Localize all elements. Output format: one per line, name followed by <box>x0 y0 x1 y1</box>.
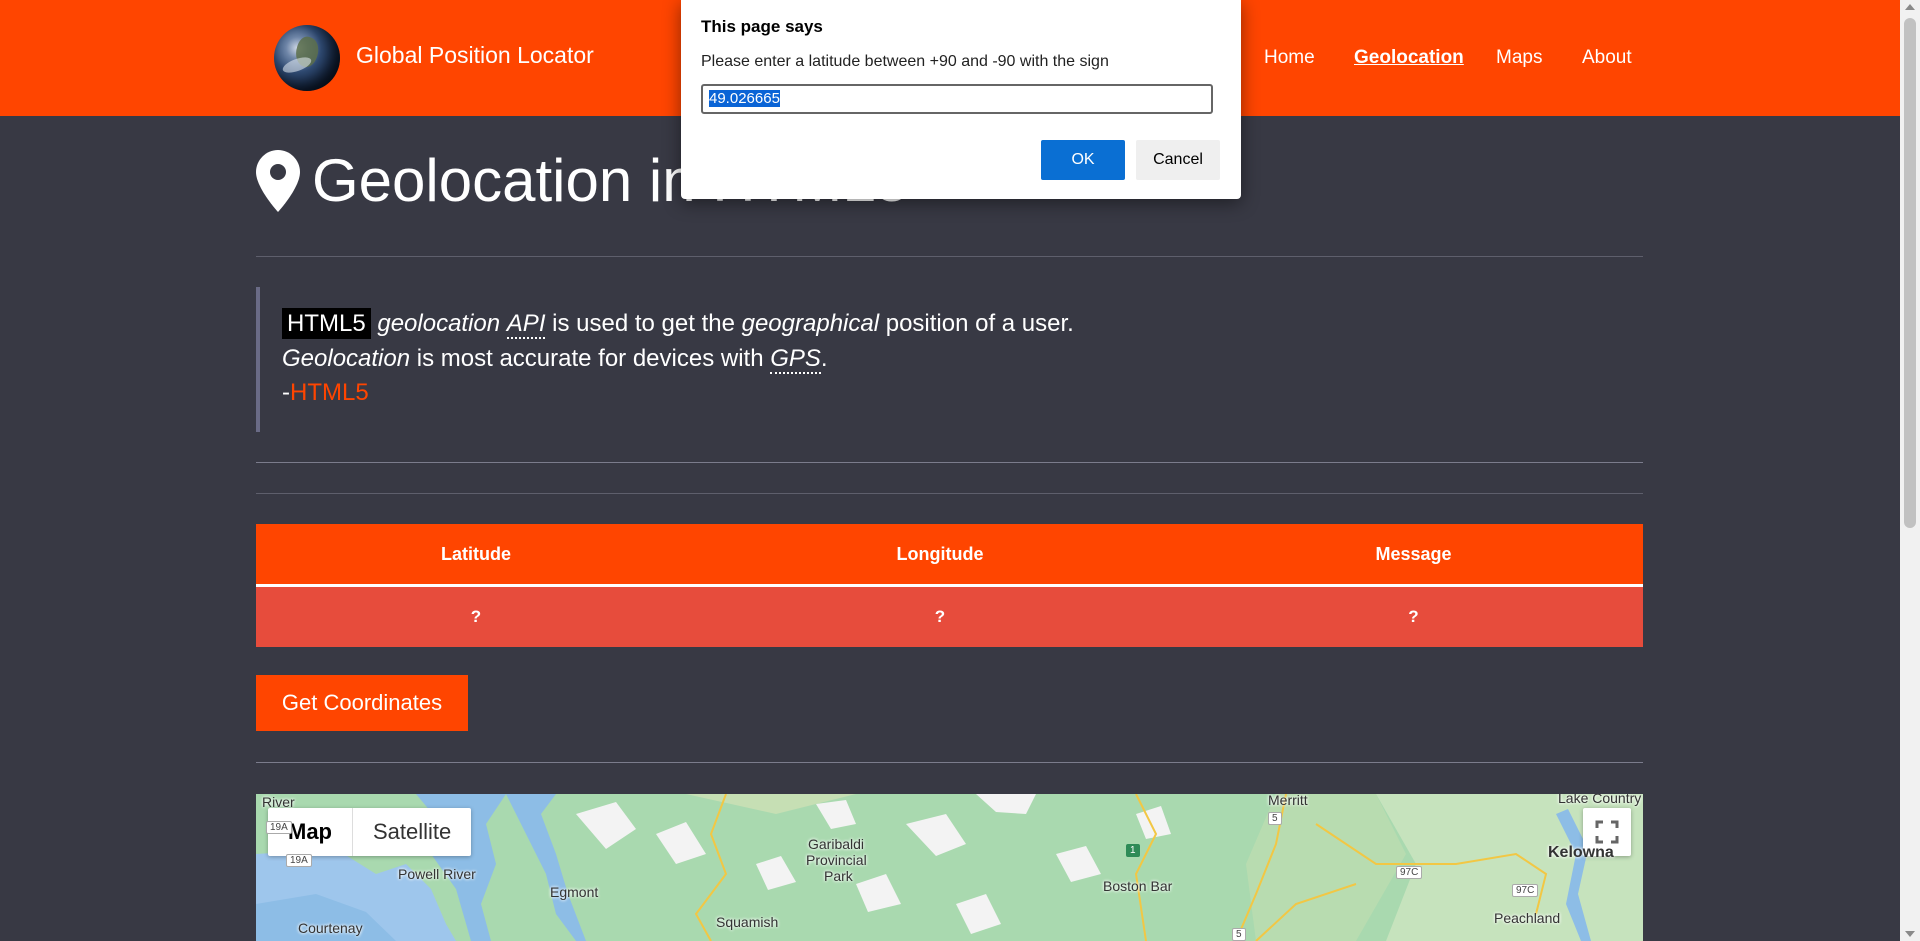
road-shield: 97C <box>1512 884 1539 897</box>
nav-geolocation[interactable]: Geolocation <box>1354 47 1464 69</box>
quote-line-3: -HTML5 <box>282 379 369 407</box>
road-shield: 97C <box>1396 866 1423 879</box>
road-shield: 5 <box>1232 928 1246 941</box>
quote-dash: - <box>282 379 290 406</box>
vertical-scrollbar[interactable] <box>1900 0 1920 941</box>
map-label-egmont: Egmont <box>550 884 599 900</box>
quote-geolocation: Geolocation <box>282 345 411 372</box>
header-longitude: Longitude <box>696 524 1184 587</box>
map-label-squamish: Squamish <box>716 914 779 930</box>
latitude-input[interactable]: 49.026665 <box>701 84 1213 114</box>
quote-text: is used to get the <box>545 310 742 337</box>
map-label-merritt: Merritt <box>1268 794 1308 808</box>
map-type-satellite-button[interactable]: Satellite <box>353 808 471 856</box>
quote-text: . <box>820 345 828 372</box>
map-label-provincial: Provincial <box>806 852 867 868</box>
scrollbar-thumb[interactable] <box>1904 18 1916 528</box>
map-label-powell-river: Powell River <box>398 866 476 882</box>
map-label-peachland: Peachland <box>1494 910 1561 926</box>
html5-badge: HTML5 <box>282 308 371 339</box>
prompt-dialog: This page says Please enter a latitude b… <box>681 0 1241 199</box>
road-shield: 19A <box>286 854 312 867</box>
divider <box>256 762 1643 763</box>
dialog-message: Please enter a latitude between +90 and … <box>701 53 1109 70</box>
table-header-row: Latitude Longitude Message <box>256 524 1643 587</box>
map-label-garibaldi: Garibaldi <box>808 836 865 852</box>
scroll-up-arrow-icon[interactable] <box>1905 4 1915 10</box>
map-type-control: Map Satellite <box>268 808 472 856</box>
quote-text: is most accurate for devices with <box>410 345 771 372</box>
ok-button[interactable]: OK <box>1041 140 1125 180</box>
latitude-input-value[interactable]: 49.026665 <box>709 90 780 107</box>
quote-geographical: geographical <box>741 310 880 337</box>
divider <box>256 256 1643 257</box>
globe-logo-icon[interactable] <box>274 25 340 91</box>
quote-line-1: HTML5 geolocation API is used to get the… <box>282 308 1074 339</box>
nav-about[interactable]: About <box>1582 47 1632 69</box>
header-message: Message <box>1184 524 1643 587</box>
map-label-lake-country: Lake Country <box>1558 794 1642 806</box>
cancel-button[interactable]: Cancel <box>1136 140 1220 180</box>
road-shield: 5 <box>1268 812 1282 825</box>
map-label-courtenay: Courtenay <box>298 920 363 936</box>
trans-canada-shield: 1 <box>1126 844 1140 857</box>
cell-latitude: ? <box>256 585 696 647</box>
divider <box>256 493 1643 494</box>
abbr-gps[interactable]: GPS <box>770 345 821 374</box>
cell-longitude: ? <box>696 585 1184 647</box>
google-map[interactable]: Map Satellite River 19A 19A Powell River… <box>256 794 1643 941</box>
map-label-boston-bar: Boston Bar <box>1103 878 1173 894</box>
get-coordinates-button[interactable]: Get Coordinates <box>256 675 468 731</box>
quote-line-2: Geolocation is most accurate for devices… <box>282 345 828 374</box>
map-marker-icon <box>256 150 300 212</box>
divider <box>256 462 1643 463</box>
dialog-title: This page says <box>701 17 823 36</box>
site-brand[interactable]: Global Position Locator <box>356 42 594 69</box>
map-label-kelowna: Kelowna <box>1548 844 1614 861</box>
abbr-api[interactable]: API <box>506 310 546 339</box>
quote-text: position of a user. <box>879 310 1074 337</box>
map-label: River <box>262 794 295 810</box>
table-row: ? ? ? <box>256 585 1643 647</box>
scroll-down-arrow-icon[interactable] <box>1905 931 1915 937</box>
map-label-park: Park <box>824 868 853 884</box>
nav-maps[interactable]: Maps <box>1496 47 1542 69</box>
blockquote: HTML5 geolocation API is used to get the… <box>256 287 1260 432</box>
header-latitude: Latitude <box>256 524 696 587</box>
road-shield: 19A <box>266 821 292 834</box>
cell-message: ? <box>1184 585 1643 647</box>
coordinates-table: Latitude Longitude Message ? ? ? <box>256 524 1643 647</box>
nav-home[interactable]: Home <box>1264 47 1315 69</box>
quote-source: HTML5 <box>290 379 369 406</box>
quote-geolocation: geolocation <box>377 310 501 337</box>
